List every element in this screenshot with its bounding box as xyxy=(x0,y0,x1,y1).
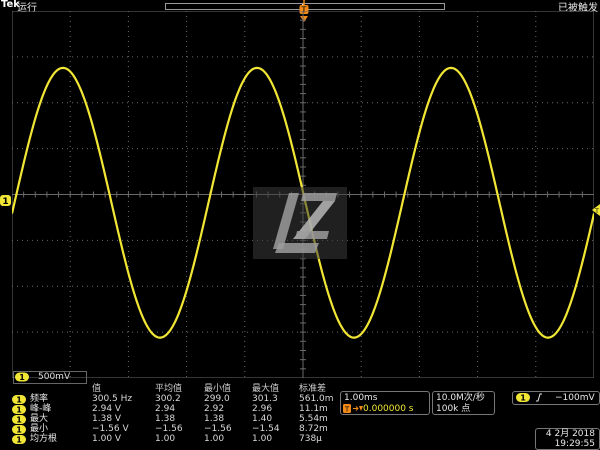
time-display: 19:29:55 xyxy=(554,439,595,449)
measurement-max: 1.00 xyxy=(252,434,273,444)
measurement-name: 峰-峰 xyxy=(30,404,52,414)
ch1-scale-box[interactable]: 1 500mV xyxy=(13,371,87,384)
measurement-min: 1.00 xyxy=(204,434,225,444)
measurement-value: 300.5 Hz xyxy=(92,394,133,404)
t-marker-icon: T xyxy=(343,404,363,413)
measurement-row-rms[interactable]: 1 均方根 1.00 V 1.00 1.00 1.00 738μ xyxy=(12,434,334,444)
timebase-delay: 0.000000 s xyxy=(363,404,414,414)
acquisition-panel[interactable]: 10.0M次/秒 100k 点 xyxy=(432,391,495,415)
measurement-max: 301.3 xyxy=(252,394,278,404)
row-badge: 1 xyxy=(16,396,22,405)
measurement-value: 2.94 V xyxy=(92,404,122,414)
measurement-mean: 300.2 xyxy=(155,394,181,404)
measurement-stddev: 561.0m xyxy=(299,394,334,404)
ch1-ground-marker[interactable]: 1 xyxy=(0,195,12,207)
ch1-badge-label: 1 xyxy=(19,373,25,382)
trigger-level-marker[interactable]: T xyxy=(591,203,600,217)
trigger-source-label: 1 xyxy=(520,394,526,403)
timebase-scale: 1.00ms xyxy=(344,393,378,403)
circle-1-icon: 1 xyxy=(516,393,530,402)
circle-1-icon: 1 xyxy=(12,395,26,404)
svg-text:T: T xyxy=(344,406,350,414)
trigger-panel[interactable]: 1 −100mV xyxy=(512,391,600,405)
measurement-name: 均方根 xyxy=(30,434,58,444)
header-value: 值 xyxy=(92,384,102,394)
measurement-max: −1.54 xyxy=(252,424,280,434)
measurement-mean: 2.94 xyxy=(155,404,176,414)
circle-1-icon: 1 xyxy=(15,372,29,382)
measurement-min: 1.38 xyxy=(204,414,225,424)
measurement-row-frequency[interactable]: 1 频率 300.5 Hz 300.2 299.0 301.3 561.0m xyxy=(12,394,334,404)
measurement-row-minimum[interactable]: 1 最小 −1.56 V −1.56 −1.56 −1.54 8.72m xyxy=(12,424,334,434)
record-length: 100k 点 xyxy=(436,404,471,414)
date-display: 4 2月 2018 xyxy=(545,429,595,439)
circle-1-icon: 1 xyxy=(12,435,26,444)
measurement-min: −1.56 xyxy=(204,424,232,434)
ch1-scale-value: 500mV xyxy=(38,372,71,382)
header-stddev: 标准差 xyxy=(299,384,327,394)
circle-1-icon: 1 xyxy=(12,425,26,434)
measurement-stddev: 8.72m xyxy=(299,424,328,434)
svg-text:T: T xyxy=(594,208,599,215)
header-min: 最小值 xyxy=(204,384,232,394)
circle-1-icon: 1 xyxy=(12,405,26,414)
measurement-stddev: 5.54m xyxy=(299,414,328,424)
measurement-name: 频率 xyxy=(30,394,49,404)
trigger-level: −100mV xyxy=(555,393,595,403)
header-max: 最大值 xyxy=(252,384,280,394)
measurement-value: 1.38 V xyxy=(92,414,122,424)
datetime-panel: 4 2月 2018 19:29:55 xyxy=(535,428,600,450)
measurement-row-peak-to-peak[interactable]: 1 峰-峰 2.94 V 2.94 2.92 2.96 11.1m xyxy=(12,404,334,414)
header-mean: 平均值 xyxy=(155,384,183,394)
ch1-ground-label: 1 xyxy=(2,197,8,207)
lz-logo-icon xyxy=(253,187,347,259)
measurement-table: 值 平均值 最小值 最大值 标准差 1 频率 300.5 Hz 300.2 29… xyxy=(12,384,334,444)
measurement-mean: 1.38 xyxy=(155,414,176,424)
sample-rate: 10.0M次/秒 xyxy=(436,393,485,403)
measurement-name: 最小 xyxy=(30,424,49,434)
measurement-stddev: 11.1m xyxy=(299,404,328,414)
measurement-mean: −1.56 xyxy=(155,424,183,434)
measurement-value: −1.56 V xyxy=(92,424,129,434)
measurement-name: 最大 xyxy=(30,414,49,424)
measurement-max: 1.40 xyxy=(252,414,273,424)
row-badge: 1 xyxy=(16,416,22,425)
measurement-min: 299.0 xyxy=(204,394,230,404)
measurement-mean: 1.00 xyxy=(155,434,176,444)
row-badge: 1 xyxy=(16,436,22,445)
measurement-value: 1.00 V xyxy=(92,434,122,444)
circle-1-icon: 1 xyxy=(12,415,26,424)
measurement-row-maximum[interactable]: 1 最大 1.38 V 1.38 1.38 1.40 5.54m xyxy=(12,414,334,424)
row-badge: 1 xyxy=(16,406,22,415)
rising-edge-icon xyxy=(536,393,542,402)
measurement-max: 2.96 xyxy=(252,404,273,414)
row-badge: 1 xyxy=(16,426,22,435)
timebase-panel[interactable]: 1.00ms T 0.000000 s xyxy=(340,391,430,415)
measurement-min: 2.92 xyxy=(204,404,225,414)
measurement-header-row: 值 平均值 最小值 最大值 标准差 xyxy=(12,384,334,394)
measurement-stddev: 738μ xyxy=(299,434,322,444)
